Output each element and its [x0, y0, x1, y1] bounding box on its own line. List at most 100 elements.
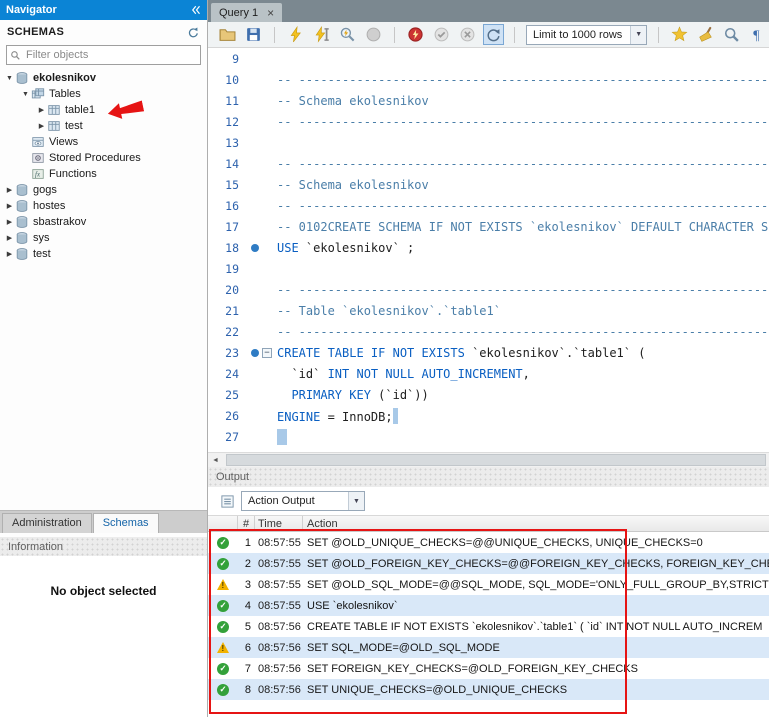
chevron-down-icon[interactable]: ▼: [630, 26, 646, 44]
editor-line[interactable]: 15-- Schema ekolesnikov: [208, 174, 769, 195]
tab-administration[interactable]: Administration: [2, 513, 92, 533]
tab-query-1[interactable]: Query 1 ×: [211, 3, 282, 22]
tree-item-test[interactable]: ▶test: [0, 118, 207, 134]
number-column-header: #: [238, 516, 255, 531]
editor-line[interactable]: 16-- -----------------------------------…: [208, 195, 769, 216]
sql-editor[interactable]: 9 10-- ----------------------------------…: [208, 48, 769, 452]
open-script-button[interactable]: [218, 25, 237, 44]
editor-line[interactable]: 19: [208, 258, 769, 279]
line-number: 9: [208, 52, 244, 66]
success-icon: [217, 558, 229, 570]
output-row[interactable]: 608:57:56SET SQL_MODE=@OLD_SQL_MODE: [208, 637, 769, 658]
tree-item-gogs[interactable]: ▶gogs: [0, 182, 207, 198]
explain-button[interactable]: [338, 25, 357, 44]
output-row[interactable]: 308:57:55SET @OLD_SQL_MODE=@@SQL_MODE, S…: [208, 574, 769, 595]
tab-schemas[interactable]: Schemas: [93, 513, 159, 533]
editor-line[interactable]: 11-- Schema ekolesnikov: [208, 90, 769, 111]
editor-line[interactable]: 23−CREATE TABLE IF NOT EXISTS `ekolesnik…: [208, 342, 769, 363]
editor-line[interactable]: 25 PRIMARY KEY (`id`)): [208, 384, 769, 405]
editor-line[interactable]: 9: [208, 48, 769, 69]
output-view-dropdown[interactable]: Action Output ▼: [241, 491, 365, 511]
output-row[interactable]: 508:57:56CREATE TABLE IF NOT EXISTS `eko…: [208, 616, 769, 637]
tree-collapsed-arrow-icon[interactable]: ▶: [4, 234, 15, 242]
tree-item-views[interactable]: Views: [0, 134, 207, 150]
output-row[interactable]: 808:57:56SET UNIQUE_CHECKS=@OLD_UNIQUE_C…: [208, 679, 769, 700]
output-row[interactable]: 708:57:56SET FOREIGN_KEY_CHECKS=@OLD_FOR…: [208, 658, 769, 679]
editor-line[interactable]: 17-- 0102CREATE SCHEMA IF NOT EXISTS `ek…: [208, 216, 769, 237]
filter-objects-input[interactable]: [24, 48, 197, 62]
editor-line[interactable]: 18USE `ekolesnikov` ;: [208, 237, 769, 258]
tree-item-table1[interactable]: ▶table1: [0, 102, 207, 118]
output-row[interactable]: 108:57:55SET @OLD_UNIQUE_CHECKS=@@UNIQUE…: [208, 532, 769, 553]
code-text: `id` INT NOT NULL AUTO_INCREMENT,: [277, 367, 769, 381]
output-title: Output: [216, 471, 249, 483]
output-toolbar: Action Output ▼: [208, 487, 769, 515]
status-cell: [208, 684, 238, 696]
scrollbar-thumb[interactable]: [226, 454, 766, 466]
toolbar-separator: [658, 27, 659, 43]
panel-collapse-icon[interactable]: [189, 4, 201, 16]
tree-item-sbastrakov[interactable]: ▶sbastrakov: [0, 214, 207, 230]
code-text: -- -------------------------------------…: [277, 73, 769, 87]
limit-rows-dropdown[interactable]: Limit to 1000 rows▼: [526, 25, 647, 45]
tree-collapsed-arrow-icon[interactable]: ▶: [4, 218, 15, 226]
commit-button[interactable]: [432, 25, 451, 44]
tree-collapsed-arrow-icon[interactable]: ▶: [36, 122, 47, 130]
editor-line[interactable]: 20-- -----------------------------------…: [208, 279, 769, 300]
tree-item-ekolesnikov[interactable]: ▼ekolesnikov: [0, 70, 207, 86]
find-button[interactable]: [722, 25, 741, 44]
tree-item-label: Views: [49, 136, 78, 148]
autocommit-button[interactable]: [484, 25, 503, 44]
save-snippet-button[interactable]: [670, 25, 689, 44]
rollback-button[interactable]: [458, 25, 477, 44]
editor-tabbar: Query 1 ×: [208, 0, 769, 22]
stop-on-error-button[interactable]: [406, 25, 425, 44]
execute-button[interactable]: [286, 25, 305, 44]
line-number: 19: [208, 262, 244, 276]
output-row[interactable]: 408:57:55USE `ekolesnikov`: [208, 595, 769, 616]
tree-item-sys[interactable]: ▶sys: [0, 230, 207, 246]
tree-collapsed-arrow-icon[interactable]: ▶: [4, 186, 15, 194]
tree-item-stored-procedures[interactable]: Stored Procedures: [0, 150, 207, 166]
tree-collapsed-arrow-icon[interactable]: ▶: [36, 106, 47, 114]
editor-line[interactable]: 27: [208, 426, 769, 447]
row-number: 4: [238, 600, 255, 612]
output-row[interactable]: 208:57:55SET @OLD_FOREIGN_KEY_CHECKS=@@F…: [208, 553, 769, 574]
tree-expanded-arrow-icon[interactable]: ▼: [20, 91, 31, 98]
editor-line[interactable]: 22-- -----------------------------------…: [208, 321, 769, 342]
refresh-schemas-icon[interactable]: [187, 26, 200, 39]
action-column-header: Action: [303, 516, 769, 531]
code-text: CREATE TABLE IF NOT EXISTS `ekolesnikov`…: [277, 346, 769, 360]
close-tab-icon[interactable]: ×: [267, 7, 274, 19]
editor-line[interactable]: 13: [208, 132, 769, 153]
toolbar-separator: [394, 27, 395, 43]
tree-collapsed-arrow-icon[interactable]: ▶: [4, 202, 15, 210]
editor-line[interactable]: 14-- -----------------------------------…: [208, 153, 769, 174]
tree-item-functions[interactable]: fxFunctions: [0, 166, 207, 182]
stop-button[interactable]: [364, 25, 383, 44]
tree-item-hostes[interactable]: ▶hostes: [0, 198, 207, 214]
fold-collapse-icon[interactable]: −: [262, 348, 272, 358]
chevron-down-icon[interactable]: ▼: [348, 492, 364, 510]
editor-line[interactable]: 10-- -----------------------------------…: [208, 69, 769, 90]
editor-line[interactable]: 26ENGINE = InnoDB;: [208, 405, 769, 426]
information-title: Information: [8, 541, 63, 553]
save-script-button[interactable]: [244, 25, 263, 44]
horizontal-scrollbar[interactable]: ◄: [208, 452, 769, 467]
filter-box: [6, 45, 201, 65]
editor-line[interactable]: 12-- -----------------------------------…: [208, 111, 769, 132]
beautify-button[interactable]: [696, 25, 715, 44]
tree-collapsed-arrow-icon[interactable]: ▶: [4, 250, 15, 258]
scroll-left-arrow-icon[interactable]: ◄: [208, 453, 223, 467]
tab-query-1-label: Query 1: [219, 7, 258, 19]
invisibles-button[interactable]: ¶: [748, 25, 767, 44]
execute-icon: [287, 26, 304, 43]
tree-expanded-arrow-icon[interactable]: ▼: [4, 75, 15, 82]
execute-current-button[interactable]: [312, 25, 331, 44]
tree-item-tables[interactable]: ▼Tables: [0, 86, 207, 102]
schemas-section-header: SCHEMAS: [0, 20, 207, 44]
toolbar-separator: [274, 27, 275, 43]
editor-line[interactable]: 24 `id` INT NOT NULL AUTO_INCREMENT,: [208, 363, 769, 384]
tree-item-test[interactable]: ▶test: [0, 246, 207, 262]
editor-line[interactable]: 21-- Table `ekolesnikov`.`table1`: [208, 300, 769, 321]
